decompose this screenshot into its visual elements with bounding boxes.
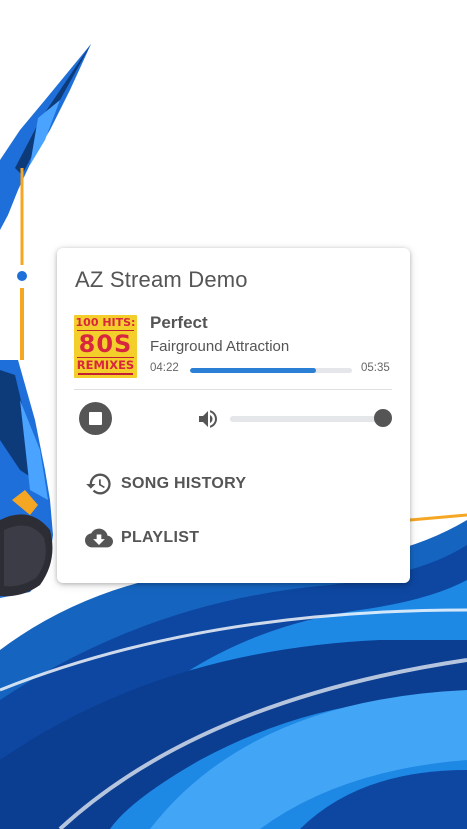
elapsed-time: 04:22 <box>150 362 179 374</box>
song-history-label: SONG HISTORY <box>121 475 247 492</box>
cover-line-3: REMIXES <box>76 358 135 372</box>
app-stage: AZ Stream Demo 100 HITS: 80S REMIXES Per… <box>0 0 467 829</box>
volume-up-icon[interactable] <box>196 407 220 431</box>
cover-line-1: 100 HITS: <box>75 316 136 329</box>
playlist-button[interactable]: PLAYLIST <box>85 520 199 556</box>
volume-slider[interactable] <box>230 416 386 422</box>
cloud-download-icon <box>85 528 113 548</box>
progress-fill <box>190 368 317 373</box>
cover-line-2: 80S <box>77 330 134 358</box>
volume-slider-thumb[interactable] <box>374 409 392 427</box>
song-history-button[interactable]: SONG HISTORY <box>85 466 246 502</box>
player-card: AZ Stream Demo 100 HITS: 80S REMIXES Per… <box>57 248 410 583</box>
volume-fill <box>230 416 386 422</box>
progress-bar[interactable] <box>190 368 352 373</box>
divider <box>74 389 392 390</box>
history-icon <box>86 473 111 495</box>
cover-stripe <box>78 373 133 375</box>
album-cover: 100 HITS: 80S REMIXES <box>74 315 137 378</box>
stop-button[interactable] <box>79 402 112 435</box>
total-time: 05:35 <box>361 362 390 374</box>
page-title: AZ Stream Demo <box>75 267 248 292</box>
song-title: Perfect <box>150 313 208 332</box>
song-artist: Fairground Attraction <box>150 338 290 355</box>
playlist-label: PLAYLIST <box>121 529 200 546</box>
stop-icon <box>89 412 102 425</box>
